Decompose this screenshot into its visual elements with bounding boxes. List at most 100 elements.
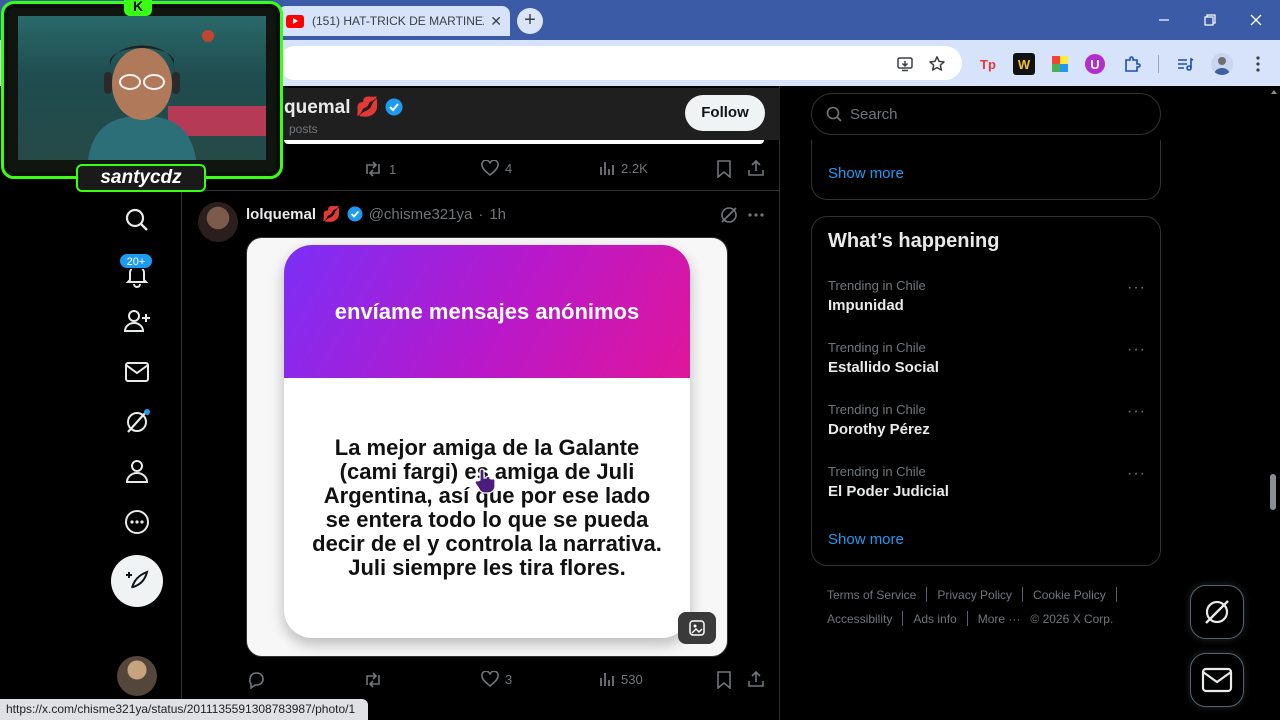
extension-u-icon[interactable]: U [1085, 54, 1105, 74]
address-bar[interactable] [278, 46, 962, 80]
webcam-overlay: K santycdz [0, 0, 284, 192]
search-icon [826, 106, 842, 122]
search-box[interactable]: Search [811, 93, 1161, 135]
previous-panel: Show more [811, 140, 1161, 200]
more-options-icon[interactable] [120, 505, 154, 539]
share-icon[interactable] [747, 159, 765, 177]
author-handle[interactable]: @chisme321ya [369, 206, 473, 223]
ads-info-link[interactable]: Ads info [913, 612, 956, 626]
author-name[interactable]: lolquemal [246, 206, 316, 223]
scroll-up-icon[interactable] [1270, 88, 1278, 96]
heart-icon [481, 671, 499, 688]
views-button[interactable]: 530 [599, 671, 643, 687]
streamer-name: santycdz [76, 164, 206, 192]
like-button[interactable]: 3 [481, 671, 512, 688]
window-close-icon[interactable] [1246, 10, 1266, 30]
minimize-icon[interactable] [1154, 10, 1174, 30]
profile-card-posts-label: posts [289, 122, 318, 136]
profile-card-name-text: quemal [284, 97, 351, 118]
trend-context: Trending in Chile [828, 402, 926, 417]
terms-link[interactable]: Terms of Service [827, 588, 916, 602]
scrollbar-thumb[interactable] [1270, 474, 1276, 510]
bookmark-icon[interactable] [716, 160, 732, 178]
repost-button[interactable] [363, 671, 389, 689]
reply-button[interactable] [247, 671, 265, 689]
trend-item[interactable]: Trending in Chile Dorothy Pérez [828, 402, 930, 438]
trend-item[interactable]: Trending in Chile Impunidad [828, 278, 926, 314]
profile-card-name[interactable]: quemal 💋 [284, 95, 403, 119]
post-more-icon[interactable] [746, 205, 766, 225]
trend-name: El Poder Judicial [828, 483, 949, 500]
tab-close-icon[interactable]: ✕ [490, 13, 502, 30]
envelope-icon [1201, 667, 1233, 693]
accessibility-link[interactable]: Accessibility [827, 612, 892, 626]
streamer-silhouette [88, 30, 266, 160]
card-edge [284, 140, 764, 144]
follow-button[interactable]: Follow [685, 95, 765, 131]
trend-name: Estallido Social [828, 359, 939, 376]
trend-item[interactable]: Trending in Chile Estallido Social [828, 340, 939, 376]
extension-w-icon[interactable]: W [1013, 53, 1035, 75]
views-button[interactable]: 2.2K [599, 160, 648, 176]
card-header: envíame mensajes anónimos [284, 245, 690, 378]
media-tools-button[interactable] [678, 612, 716, 644]
extension-color-icon[interactable] [1049, 53, 1071, 75]
privacy-link[interactable]: Privacy Policy [937, 588, 1012, 602]
profile-icon[interactable] [120, 454, 154, 488]
footer-links-row2: Accessibility Ads info More ··· © 2026 X… [827, 611, 1113, 626]
lips-emoji-icon: 💋 [355, 97, 380, 118]
compose-post-button[interactable] [111, 555, 163, 607]
trend-name: Dorothy Pérez [828, 421, 930, 438]
post-header: lolquemal 💋 @chisme321ya · 1h [246, 205, 506, 224]
messages-fab-button[interactable] [1190, 653, 1244, 707]
notifications-badge: 20+ [119, 253, 153, 269]
footer-separator [1022, 587, 1024, 602]
grok-explain-icon[interactable] [719, 205, 739, 225]
whats-happening-panel [811, 216, 1161, 566]
restore-icon[interactable] [1200, 10, 1220, 30]
views-chart-icon [600, 673, 614, 686]
install-icon[interactable] [894, 53, 916, 75]
footer-links-row1: Terms of Service Privacy Policy Cookie P… [827, 587, 1117, 602]
youtube-icon [286, 14, 304, 28]
messages-envelope-icon[interactable] [120, 355, 154, 389]
cookie-link[interactable]: Cookie Policy [1033, 588, 1106, 602]
page-scrollbar[interactable] [1268, 86, 1280, 720]
trend-item[interactable]: Trending in Chile El Poder Judicial [828, 464, 949, 500]
more-link[interactable]: More ··· [978, 612, 1021, 626]
post-time[interactable]: 1h [489, 206, 506, 223]
grok-fab-button[interactable] [1190, 585, 1244, 639]
show-more-link[interactable]: Show more [828, 165, 904, 182]
browser-tab[interactable]: (151) HAT-TRICK DE MARTINEZ ✕ [278, 6, 510, 36]
author-avatar[interactable] [198, 202, 238, 242]
extension-tp-icon[interactable]: Tp [977, 53, 999, 75]
views-count: 2.2K [621, 160, 648, 176]
more-vert-icon[interactable] [1247, 53, 1269, 75]
explore-search-icon[interactable] [120, 203, 154, 237]
trend-more-icon[interactable]: ··· [1127, 341, 1146, 359]
grok-icon[interactable] [120, 405, 154, 439]
new-tab-button[interactable]: + [517, 8, 543, 34]
feather-plus-icon [126, 570, 149, 589]
trend-more-icon[interactable]: ··· [1127, 279, 1146, 297]
star-icon[interactable] [926, 53, 948, 75]
account-avatar[interactable] [117, 656, 157, 696]
browser-status-url: https://x.com/chisme321ya/status/2011135… [0, 699, 368, 720]
trend-more-icon[interactable]: ··· [1127, 465, 1146, 483]
profile-avatar-icon[interactable] [1211, 53, 1233, 75]
views-count: 530 [621, 671, 643, 687]
repost-button[interactable]: 1 [363, 160, 396, 178]
trend-name: Impunidad [828, 297, 904, 314]
follow-people-icon[interactable] [120, 304, 154, 338]
media-icon[interactable] [1174, 53, 1196, 75]
tab-title: (151) HAT-TRICK DE MARTINEZ [312, 14, 485, 28]
like-button[interactable]: 4 [481, 160, 512, 177]
webcam-logo: K [124, 0, 152, 16]
bookmark-icon[interactable] [716, 671, 732, 689]
like-count: 4 [505, 161, 513, 176]
trend-more-icon[interactable]: ··· [1127, 403, 1146, 421]
separator-dot: · [478, 205, 484, 223]
extensions-puzzle-icon[interactable] [1121, 53, 1143, 75]
show-more-link[interactable]: Show more [828, 531, 904, 548]
share-icon[interactable] [747, 670, 765, 688]
